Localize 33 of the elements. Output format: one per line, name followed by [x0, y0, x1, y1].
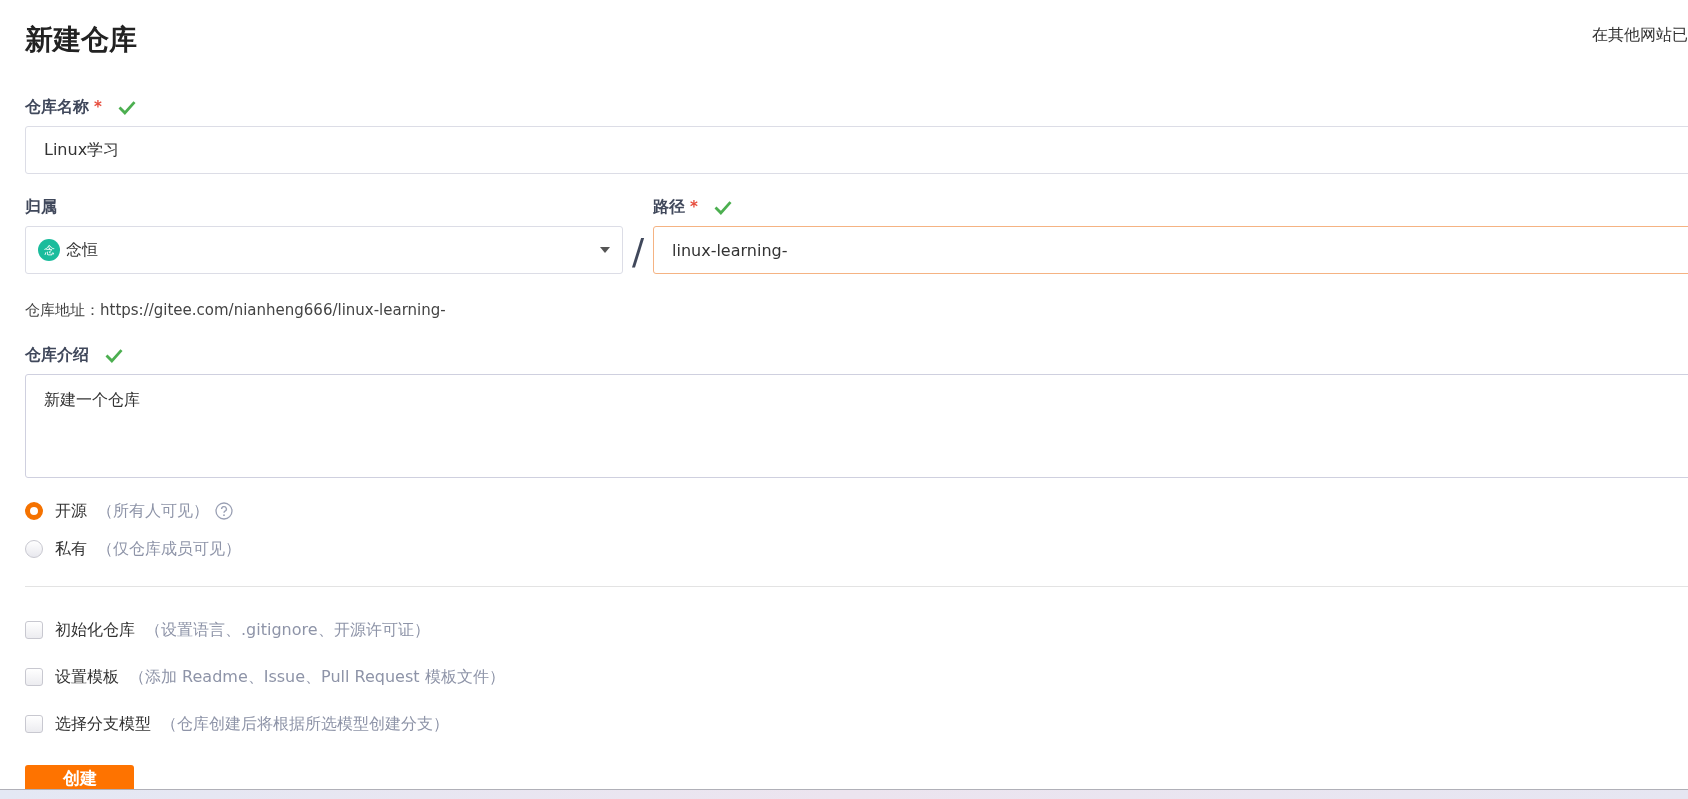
field-label: 归属	[25, 196, 57, 218]
description-input[interactable]: 新建一个仓库	[25, 374, 1688, 478]
option-label: 私有	[55, 538, 87, 560]
option-hint: （添加 Readme、Issue、Pull Request 模板文件）	[129, 666, 505, 688]
option-label: 初始化仓库	[55, 619, 135, 641]
name-input[interactable]: Linux学习	[25, 126, 1688, 174]
option-label: 开源	[55, 500, 87, 522]
option-hint: （仅仓库成员可见）	[97, 538, 241, 560]
option-label: 选择分支模型	[55, 713, 151, 735]
path-separator: /	[630, 230, 646, 274]
option-hint: （仓库创建后将根据所选模型创建分支）	[161, 713, 449, 735]
repo-url: https://gitee.com/nianheng666/linux-learning-	[100, 301, 446, 320]
checkbox[interactable]	[25, 715, 43, 733]
field-label: 路径	[653, 196, 685, 218]
field-label: 仓库名称	[25, 96, 89, 118]
side-note: 在其他网站已	[1592, 24, 1688, 46]
caret-icon	[600, 247, 610, 253]
checkbox[interactable]	[25, 621, 43, 639]
required-mark: *	[690, 198, 698, 216]
help-icon[interactable]	[215, 502, 233, 520]
path-input[interactable]: linux-learning-	[653, 226, 1688, 274]
page-title: 新建仓库	[25, 22, 137, 58]
radio-button[interactable]	[25, 540, 43, 558]
checkbox[interactable]	[25, 668, 43, 686]
option-hint: （所有人可见）	[97, 500, 209, 522]
option-hint: （设置语言、.gitignore、开源许可证）	[145, 619, 430, 641]
address-label: 仓库地址：	[25, 301, 100, 320]
option-label: 设置模板	[55, 666, 119, 688]
avatar-icon: 念	[38, 239, 60, 261]
radio-button[interactable]	[25, 502, 43, 520]
field-label: 仓库介绍	[25, 344, 89, 366]
required-mark: *	[94, 98, 102, 116]
owner-select[interactable]: 念 念恒	[25, 226, 623, 274]
